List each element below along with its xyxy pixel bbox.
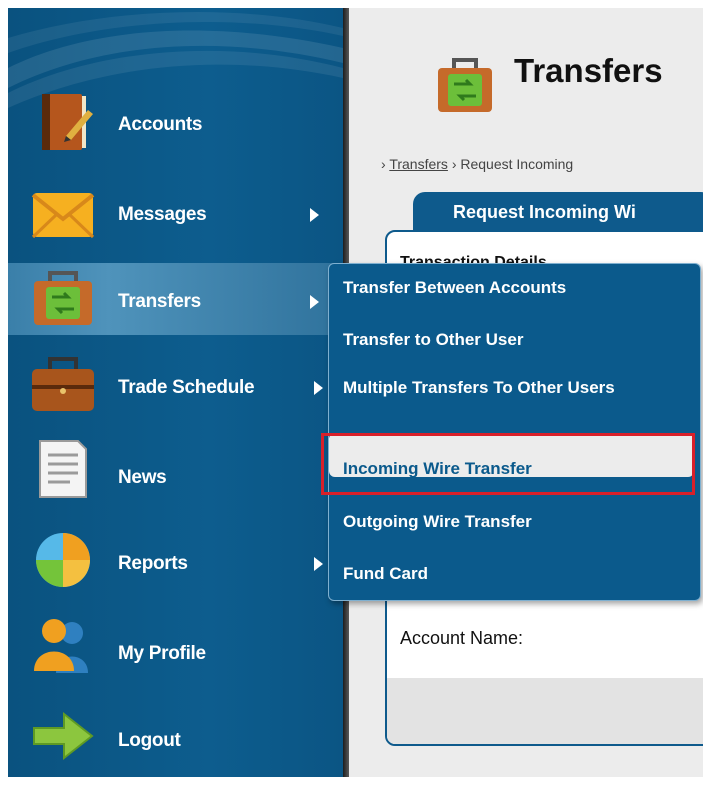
breadcrumb-current: Request Incoming: [460, 156, 574, 172]
sidebar-item-transfers[interactable]: Transfers: [8, 263, 343, 335]
transfers-submenu: Transfer Between Accounts Transfer to Ot…: [328, 263, 701, 601]
submenu-item-fund-card[interactable]: Fund Card: [343, 564, 428, 584]
breadcrumb-separator: ›: [381, 156, 386, 172]
tab-request-incoming-wire[interactable]: Request Incoming Wi: [413, 192, 703, 232]
chevron-right-icon: [314, 381, 323, 395]
highlight-annotation-box: [321, 433, 695, 495]
sidebar-item-label: Messages: [118, 204, 207, 225]
chevron-right-icon: [310, 208, 319, 222]
submenu-item-transfer-between-accounts[interactable]: Transfer Between Accounts: [343, 278, 566, 298]
sidebar-item-my-profile[interactable]: My Profile: [8, 611, 343, 683]
sidebar-item-label: Accounts: [118, 114, 203, 135]
chevron-right-icon: [310, 295, 319, 309]
submenu-item-transfer-to-other-user[interactable]: Transfer to Other User: [343, 330, 523, 350]
tab-label: Request Incoming Wi: [453, 202, 636, 222]
chevron-right-icon: [314, 557, 323, 571]
transfer-briefcase-icon: [34, 271, 92, 325]
panel-footer: [387, 678, 703, 744]
submenu-item-outgoing-wire-transfer[interactable]: Outgoing Wire Transfer: [343, 512, 532, 532]
window-frame-top: [0, 0, 703, 8]
sidebar-item-label: Transfers: [118, 291, 201, 312]
sidebar-item-accounts[interactable]: Accounts: [8, 90, 343, 162]
briefcase-icon: [32, 357, 94, 411]
transfer-briefcase-icon: [438, 58, 492, 112]
breadcrumb: › Transfers › Request Incoming: [381, 156, 573, 172]
sidebar-item-messages[interactable]: Messages: [8, 175, 343, 247]
sidebar-item-label: Trade Schedule: [118, 377, 255, 398]
breadcrumb-link-transfers[interactable]: Transfers: [389, 156, 448, 172]
pie-chart-icon: [36, 533, 90, 587]
document-icon: [39, 440, 87, 498]
window-frame-bottom: [0, 777, 703, 805]
address-book-icon: [42, 94, 93, 150]
submenu-item-multiple-transfers[interactable]: Multiple Transfers To Other Users: [343, 378, 673, 398]
sidebar-item-trade-schedule[interactable]: Trade Schedule: [8, 349, 343, 421]
sidebar-item-label: Logout: [118, 730, 181, 751]
sidebar-item-label: News: [118, 467, 167, 488]
sidebar-item-reports[interactable]: Reports: [8, 524, 343, 596]
arrow-right-icon: [33, 711, 94, 761]
account-name-label: Account Name:: [400, 628, 524, 648]
users-icon: [34, 619, 88, 673]
sidebar-item-label: My Profile: [118, 643, 206, 664]
sidebar-item-logout[interactable]: Logout: [8, 700, 343, 772]
page-title: Transfers: [514, 52, 663, 89]
envelope-icon: [31, 193, 95, 239]
breadcrumb-separator: ›: [451, 156, 457, 172]
sidebar-item-label: Reports: [118, 553, 188, 574]
window-frame-left: [0, 0, 8, 805]
sidebar-item-news[interactable]: News: [8, 437, 343, 509]
